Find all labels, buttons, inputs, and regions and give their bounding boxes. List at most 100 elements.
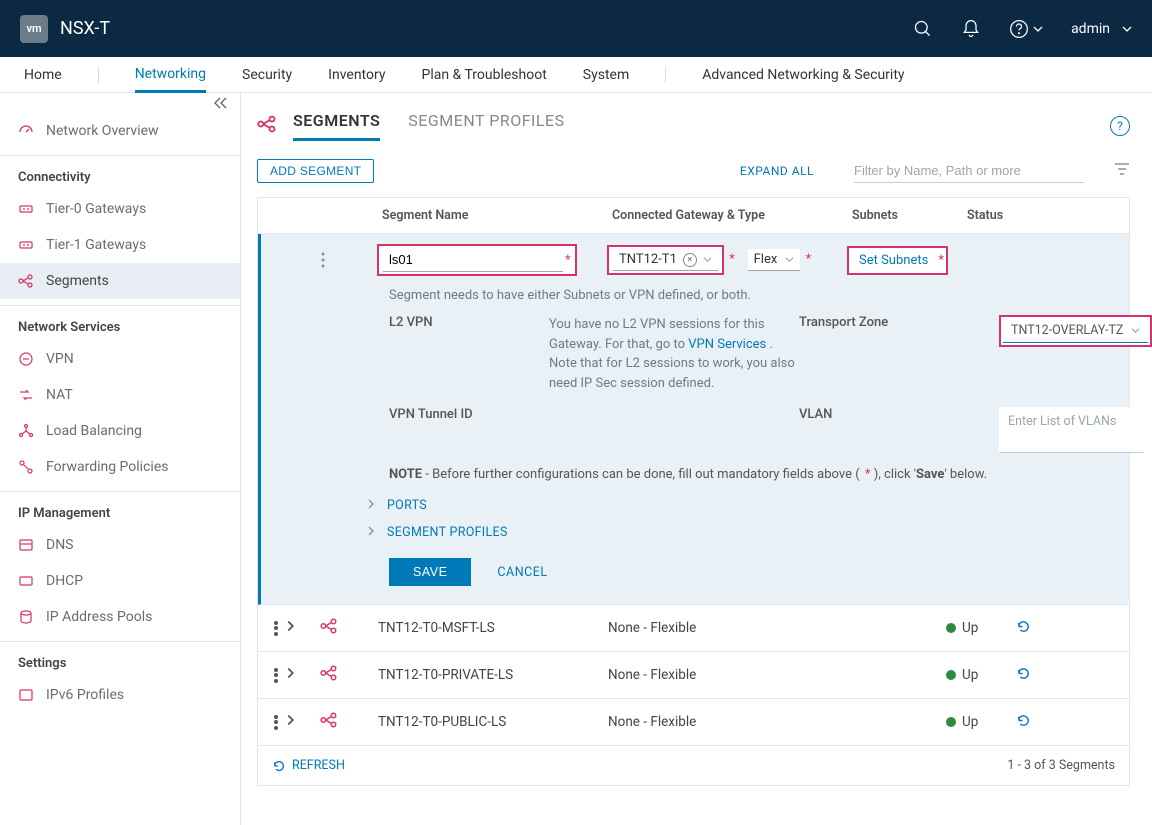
- row-gateway: None - Flexible: [608, 714, 946, 730]
- sidebar: Network Overview Connectivity Tier-0 Gat…: [0, 93, 241, 825]
- row-status: Up: [946, 620, 1016, 636]
- refresh-button[interactable]: REFRESH: [272, 758, 345, 773]
- help-icon[interactable]: ?: [1110, 116, 1130, 136]
- required-marker: *: [938, 253, 944, 268]
- sidebar-item-label: Tier-0 Gateways: [46, 201, 146, 217]
- required-marker: *: [565, 253, 571, 268]
- row-actions-menu[interactable]: [266, 713, 286, 731]
- l2vpn-label: L2 VPN: [389, 315, 549, 330]
- chevron-down-icon: [703, 255, 712, 264]
- sidebar-item-nat[interactable]: NAT: [0, 377, 240, 413]
- tab-home[interactable]: Home: [24, 57, 62, 93]
- required-marker: *: [729, 252, 735, 267]
- mandatory-note: NOTE - Before further configurations can…: [389, 467, 1109, 482]
- tab-networking[interactable]: Networking: [135, 57, 206, 93]
- ports-toggle[interactable]: PORTS: [367, 492, 1109, 519]
- sidebar-item-label: Network Overview: [46, 123, 159, 139]
- row-refresh-button[interactable]: [1016, 619, 1056, 638]
- main-content: SEGMENTS SEGMENT PROFILES ? ADD SEGMENT …: [241, 93, 1152, 825]
- chevron-down-icon: [1131, 326, 1140, 335]
- vpn-icon: [18, 351, 34, 367]
- transport-zone-select[interactable]: TNT12-OVERLAY-TZ: [1003, 319, 1148, 343]
- expand-all-link[interactable]: EXPAND ALL: [740, 164, 814, 178]
- connected-gateway-select[interactable]: TNT12-T1 ×: [613, 249, 718, 271]
- sidebar-item-ip-pools[interactable]: IP Address Pools: [0, 599, 240, 635]
- ports-label: PORTS: [387, 498, 427, 513]
- vpn-services-link[interactable]: VPN Services: [688, 337, 766, 352]
- status-up-dot: [946, 717, 956, 727]
- save-button[interactable]: SAVE: [389, 558, 471, 586]
- add-segment-button[interactable]: ADD SEGMENT: [257, 159, 374, 183]
- set-subnets-link[interactable]: Set Subnets: [851, 250, 936, 271]
- gateway-value: TNT12-T1: [619, 252, 677, 267]
- segment-header-icon: [257, 114, 277, 138]
- vlan-label: VLAN: [799, 407, 999, 422]
- clear-gateway-icon[interactable]: ×: [683, 253, 697, 267]
- vpn-tunnel-label: VPN Tunnel ID: [389, 407, 549, 422]
- sidebar-item-dhcp[interactable]: DHCP: [0, 563, 240, 599]
- topbar: vm NSX-T admin: [0, 0, 1152, 57]
- col-status: Status: [963, 208, 1118, 223]
- sidebar-item-fwd[interactable]: Forwarding Policies: [0, 449, 240, 485]
- segment-profiles-label: SEGMENT PROFILES: [387, 525, 508, 540]
- status-up-dot: [946, 670, 956, 680]
- bell-icon[interactable]: [961, 19, 981, 39]
- segment-icon: [320, 617, 378, 639]
- tab-security[interactable]: Security: [242, 57, 292, 93]
- required-marker: *: [806, 252, 812, 267]
- row-refresh-button[interactable]: [1016, 713, 1056, 732]
- segment-edit-row: * TNT12-T1 × *: [258, 234, 1129, 605]
- filter-input-wrap[interactable]: [854, 159, 1084, 183]
- row-actions-menu[interactable]: [266, 666, 286, 684]
- help-menu[interactable]: [1009, 19, 1043, 39]
- sidebar-item-dns[interactable]: DNS: [0, 527, 240, 563]
- nav-separator: [98, 67, 99, 83]
- main-tab-segments[interactable]: SEGMENTS: [293, 111, 380, 141]
- pagination-label: 1 - 3 of 3 Segments: [1007, 758, 1115, 773]
- row-segment-name: TNT12-T0-PRIVATE-LS: [378, 667, 608, 683]
- cancel-button[interactable]: CANCEL: [497, 565, 547, 580]
- status-up-dot: [946, 623, 956, 633]
- col-segment-name: Segment Name: [378, 208, 608, 223]
- row-segment-name: TNT12-T0-PUBLIC-LS: [378, 714, 608, 730]
- gateway-type-select[interactable]: Flex: [748, 249, 801, 271]
- row-actions-menu[interactable]: [266, 619, 286, 637]
- expand-row-button[interactable]: [286, 667, 320, 683]
- vlan-input[interactable]: Enter List of VLANs: [999, 407, 1144, 453]
- tab-inventory[interactable]: Inventory: [328, 57, 385, 93]
- col-gateway: Connected Gateway & Type: [608, 208, 848, 223]
- main-tab-segment-profiles[interactable]: SEGMENT PROFILES: [408, 111, 564, 141]
- user-menu[interactable]: admin: [1071, 21, 1132, 37]
- tab-plan[interactable]: Plan & Troubleshoot: [421, 57, 546, 93]
- primary-nav: Home Networking Security Inventory Plan …: [0, 57, 1152, 93]
- sidebar-item-overview[interactable]: Network Overview: [0, 113, 240, 149]
- sidebar-item-label: NAT: [46, 387, 73, 403]
- row-segment-name: TNT12-T0-MSFT-LS: [378, 620, 608, 636]
- row-refresh-button[interactable]: [1016, 666, 1056, 685]
- sidebar-group-connectivity: Connectivity: [0, 156, 240, 191]
- segment-profiles-toggle[interactable]: SEGMENT PROFILES: [367, 519, 1109, 546]
- refresh-icon: [272, 759, 286, 773]
- row-status: Up: [946, 667, 1016, 683]
- sidebar-item-segments[interactable]: Segments: [0, 263, 240, 299]
- dns-icon: [18, 537, 34, 553]
- l2vpn-message: You have no L2 VPN sessions for this Gat…: [549, 315, 799, 393]
- sidebar-item-ipv6[interactable]: IPv6 Profiles: [0, 677, 240, 713]
- filter-input[interactable]: [854, 159, 1084, 182]
- sidebar-item-lb[interactable]: Load Balancing: [0, 413, 240, 449]
- sidebar-item-tier1[interactable]: Tier-1 Gateways: [0, 227, 240, 263]
- search-icon[interactable]: [913, 19, 933, 39]
- expand-row-button[interactable]: [286, 620, 320, 636]
- sidebar-item-vpn[interactable]: VPN: [0, 341, 240, 377]
- sidebar-item-label: IPv6 Profiles: [46, 687, 124, 703]
- row-actions-menu[interactable]: [269, 252, 377, 268]
- gateway-type-value: Flex: [754, 252, 778, 267]
- sidebar-item-label: Load Balancing: [46, 423, 142, 439]
- tab-system[interactable]: System: [583, 57, 629, 93]
- segment-name-input[interactable]: [383, 248, 563, 272]
- sidebar-item-tier0[interactable]: Tier-0 Gateways: [0, 191, 240, 227]
- sidebar-collapse-button[interactable]: [0, 93, 240, 113]
- filter-icon[interactable]: [1114, 162, 1130, 180]
- expand-row-button[interactable]: [286, 714, 320, 730]
- tab-advanced[interactable]: Advanced Networking & Security: [702, 57, 904, 93]
